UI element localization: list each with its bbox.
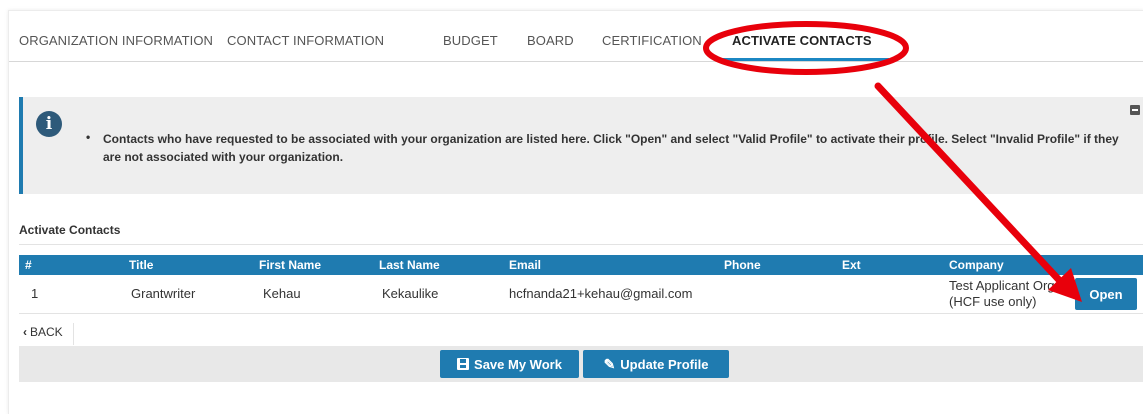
collapse-icon[interactable] <box>1130 105 1140 115</box>
info-bullet: • <box>86 130 91 144</box>
column-header-last-name: Last Name <box>379 258 440 272</box>
contacts-page: ORGANIZATION INFORMATION CONTACT INFORMA… <box>8 10 1143 414</box>
column-header-ext: Ext <box>842 258 861 272</box>
info-panel: i • Contacts who have requested to be as… <box>19 97 1143 194</box>
row-company: Test Applicant Org (HCF use only) <box>949 278 1055 309</box>
info-message: Contacts who have requested to be associ… <box>103 132 1119 164</box>
row-number: 1 <box>31 286 39 301</box>
back-label: BACK <box>30 325 63 339</box>
tab-contact-information[interactable]: CONTACT INFORMATION <box>227 33 384 48</box>
row-email: hcfnanda21+kehau@gmail.com <box>509 286 693 301</box>
action-bar: Save My Work ✎ Update Profile <box>19 346 1143 382</box>
chevron-left-icon: ‹ <box>23 325 27 339</box>
tab-board[interactable]: BOARD <box>527 33 574 48</box>
tab-activate-contacts[interactable]: ACTIVATE CONTACTS <box>732 33 872 48</box>
save-icon <box>457 358 470 370</box>
section-title: Activate Contacts <box>19 223 121 237</box>
row-first-name: Kehau <box>263 286 301 301</box>
tab-bar: ORGANIZATION INFORMATION CONTACT INFORMA… <box>9 11 1143 62</box>
update-profile-button[interactable]: ✎ Update Profile <box>583 350 729 378</box>
column-header-email: Email <box>509 258 542 272</box>
active-tab-indicator <box>717 58 889 61</box>
divider <box>19 244 1143 245</box>
pencil-icon: ✎ <box>603 356 616 372</box>
info-icon: i <box>36 111 62 137</box>
open-button[interactable]: Open <box>1075 278 1137 310</box>
table-row: 1 Grantwriter Kehau Kekaulike hcfnanda21… <box>19 275 1143 314</box>
row-last-name: Kekaulike <box>382 286 439 301</box>
tab-certification[interactable]: CERTIFICATION <box>602 33 702 48</box>
tab-organization-information[interactable]: ORGANIZATION INFORMATION <box>19 33 213 48</box>
column-header-title: Title <box>129 258 154 272</box>
column-header-company: Company <box>949 258 1004 272</box>
table-header: # Title First Name Last Name Email Phone… <box>19 255 1143 275</box>
save-my-work-button[interactable]: Save My Work <box>440 350 579 378</box>
back-link[interactable]: ‹ BACK <box>23 323 74 345</box>
row-title: Grantwriter <box>131 286 196 301</box>
column-header-number: # <box>25 258 32 272</box>
save-button-label: Save My Work <box>474 356 562 372</box>
update-button-label: Update Profile <box>620 356 709 372</box>
column-header-phone: Phone <box>724 258 761 272</box>
column-header-first-name: First Name <box>259 258 322 272</box>
tab-budget[interactable]: BUDGET <box>443 33 498 48</box>
